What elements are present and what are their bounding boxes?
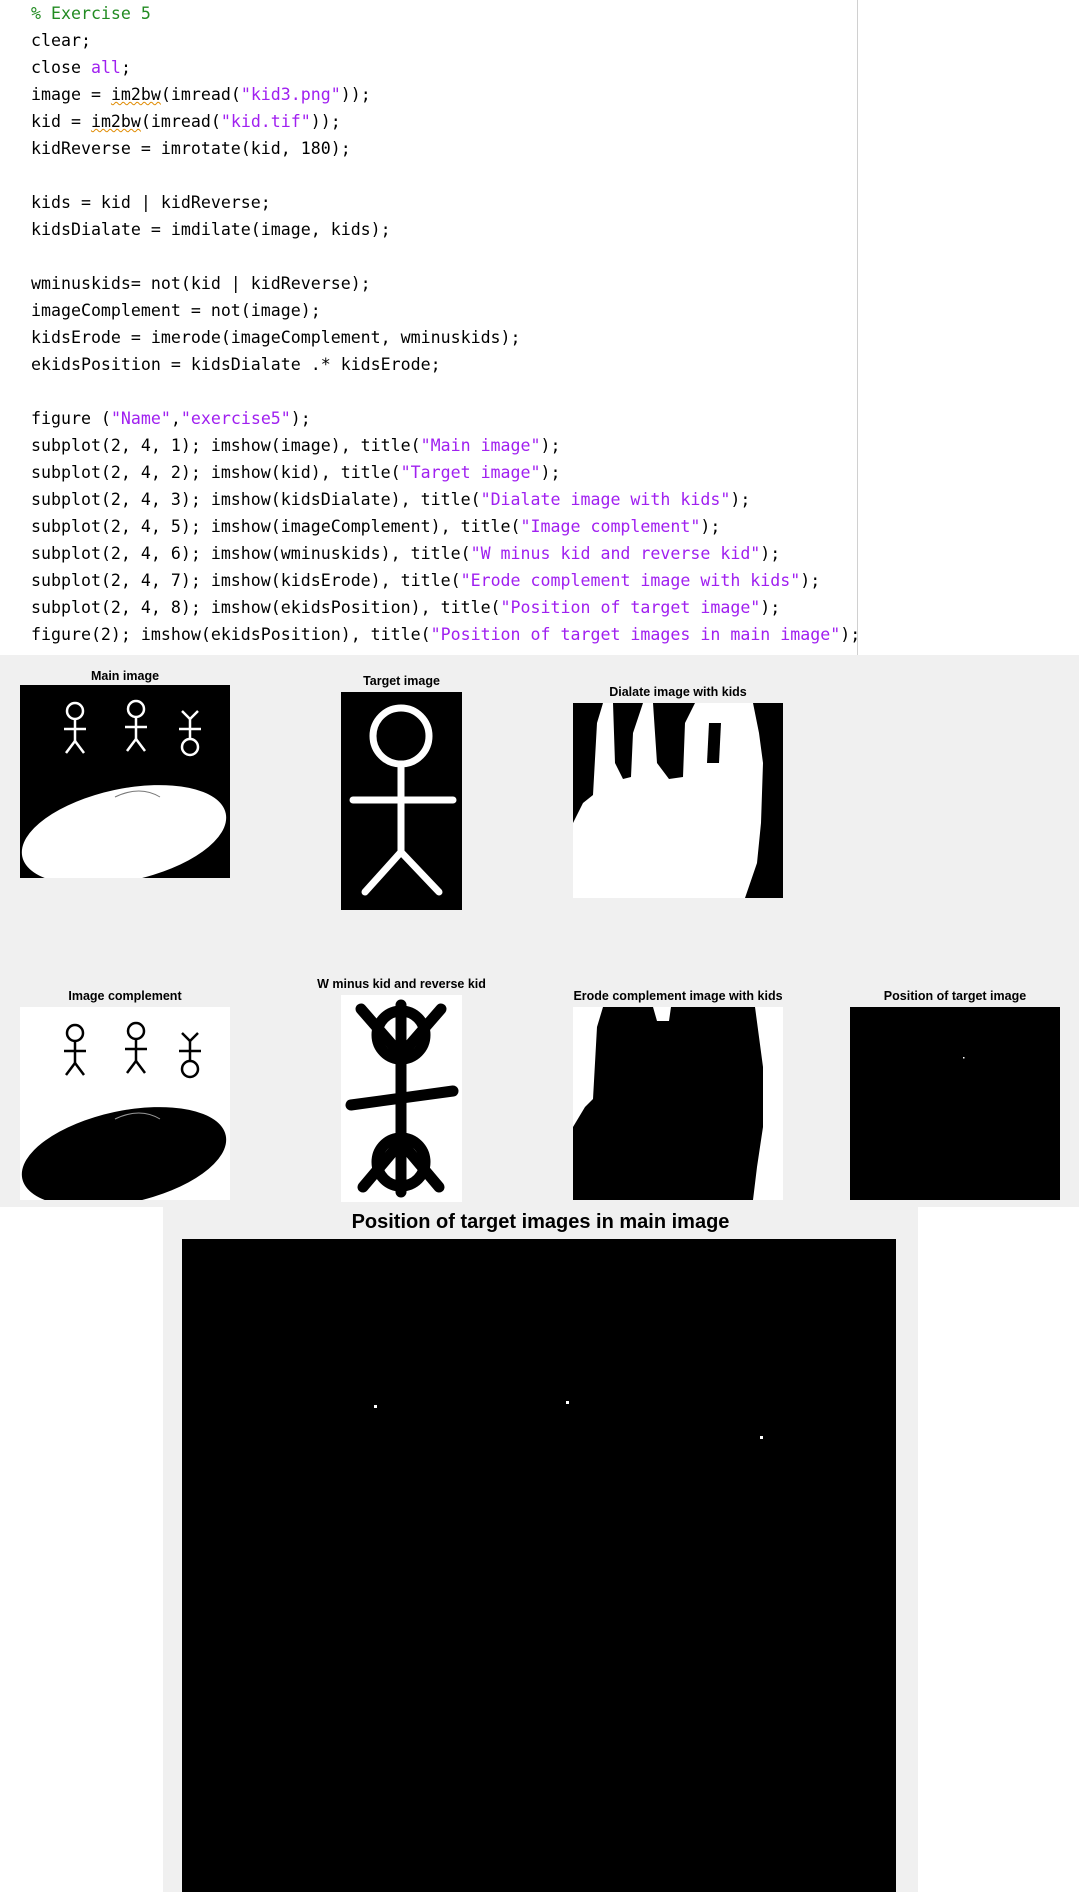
code-token: ekidsPosition = kidsDialate .* kidsErode…: [31, 355, 441, 374]
code-line[interactable]: subplot(2, 4, 1); imshow(image), title("…: [31, 432, 561, 459]
subplot-title: Erode complement image with kids: [573, 989, 783, 1003]
right-margin-line: [857, 0, 858, 655]
subplot-title: Position of target image: [883, 989, 1027, 1003]
code-editor[interactable]: % Exercise 5 clear; close all; image = im2b…: [0, 0, 1079, 655]
w-minus-kid-display: [341, 995, 462, 1202]
code-line[interactable]: % Exercise 5: [31, 0, 151, 27]
code-token: kids = kid | kidReverse;: [31, 193, 271, 212]
main-image-display: [20, 685, 230, 878]
target-position-dot: [374, 1405, 377, 1408]
code-line[interactable]: imageComplement = not(image);: [31, 297, 321, 324]
code-token: );: [760, 598, 781, 617]
code-line[interactable]: subplot(2, 4, 8); imshow(ekidsPosition),…: [31, 594, 780, 621]
code-token: figure (: [31, 409, 111, 428]
code-token: % Exercise 5: [31, 4, 151, 23]
code-line[interactable]: kidReverse = imrotate(kid, 180);: [31, 135, 351, 162]
code-token: kidReverse = imrotate(kid, 180);: [31, 139, 351, 158]
code-line[interactable]: close all;: [31, 54, 131, 81]
target-position-dot: [760, 1436, 763, 1439]
image-complement-display: [20, 1007, 230, 1200]
code-line[interactable]: image = im2bw(imread("kid3.png"));: [31, 81, 371, 108]
code-line[interactable]: subplot(2, 4, 6); imshow(wminuskids), ti…: [31, 540, 780, 567]
code-token: );: [800, 571, 821, 590]
code-line[interactable]: wminuskids= not(kid | kidReverse);: [31, 270, 371, 297]
code-line[interactable]: figure ("Name","exercise5");: [31, 405, 311, 432]
code-token: );: [700, 517, 721, 536]
code-line[interactable]: ekidsPosition = kidsDialate .* kidsErode…: [31, 351, 441, 378]
figure2-title: Position of target images in main image: [351, 1211, 730, 1233]
subplot-title: Image complement: [68, 989, 182, 1003]
code-token: );: [760, 544, 781, 563]
code-token: (imread(: [160, 85, 241, 104]
code-token: ));: [340, 85, 371, 104]
code-line[interactable]: subplot(2, 4, 3); imshow(kidsDialate), t…: [31, 486, 750, 513]
code-token: "Image complement": [520, 517, 701, 536]
code-token: wminuskids= not(kid | kidReverse);: [31, 274, 371, 293]
code-token: im2bw: [90, 112, 141, 131]
code-token: );: [730, 490, 751, 509]
position-target-display: [850, 1007, 1060, 1200]
code-token: all: [90, 58, 121, 77]
code-line[interactable]: kids = kid | kidReverse;: [31, 189, 271, 216]
code-token: "Name": [110, 409, 171, 428]
code-token: "W minus kid and reverse kid": [470, 544, 761, 563]
code-line[interactable]: kid = im2bw(imread("kid.tif"));: [31, 108, 341, 135]
code-token: );: [840, 625, 861, 644]
code-token: ));: [310, 112, 341, 131]
code-token: clear;: [31, 31, 91, 50]
code-token: "kid.tif": [220, 112, 311, 131]
code-line[interactable]: subplot(2, 4, 2); imshow(kid), title("Ta…: [31, 459, 561, 486]
figure2-image-display: [182, 1239, 896, 1892]
dialate-image-display: [573, 703, 783, 898]
code-token: );: [290, 409, 311, 428]
code-token: subplot(2, 4, 6); imshow(wminuskids), ti…: [31, 544, 471, 563]
code-token: imageComplement = not(image);: [31, 301, 321, 320]
target-image-display: [341, 692, 462, 910]
code-line[interactable]: kidsDialate = imdilate(image, kids);: [31, 216, 391, 243]
code-token: subplot(2, 4, 3); imshow(kidsDialate), t…: [31, 490, 481, 509]
code-token: subplot(2, 4, 2); imshow(kid), title(: [31, 463, 401, 482]
code-token: subplot(2, 4, 8); imshow(ekidsPosition),…: [31, 598, 501, 617]
code-token: subplot(2, 4, 5); imshow(imageComplement…: [31, 517, 521, 536]
code-token: image =: [31, 85, 111, 104]
subplot-title: Dialate image with kids: [609, 685, 747, 699]
code-token: );: [540, 463, 561, 482]
code-token: "Position of target images in main image…: [430, 625, 841, 644]
erode-complement-display: [573, 1007, 783, 1200]
code-line[interactable]: subplot(2, 4, 5); imshow(imageComplement…: [31, 513, 720, 540]
figure-2: Position of target images in main image: [163, 1207, 918, 1892]
code-token: subplot(2, 4, 7); imshow(kidsErode), tit…: [31, 571, 461, 590]
code-token: kidsErode = imerode(imageComplement, wmi…: [31, 328, 521, 347]
code-line[interactable]: figure(2); imshow(ekidsPosition), title(…: [31, 621, 860, 648]
figure-exercise5: Main image Target image Dialate image wi…: [0, 655, 1079, 1207]
code-token: kid =: [31, 112, 91, 131]
code-token: "kid3.png": [240, 85, 341, 104]
code-token: "Position of target image": [500, 598, 761, 617]
target-position-dot: [566, 1401, 569, 1404]
code-token: figure(2); imshow(ekidsPosition), title(: [31, 625, 431, 644]
code-token: ,: [170, 409, 181, 428]
code-token: im2bw: [110, 85, 161, 104]
code-line[interactable]: subplot(2, 4, 7); imshow(kidsErode), tit…: [31, 567, 820, 594]
code-token: kidsDialate = imdilate(image, kids);: [31, 220, 391, 239]
code-token: "Erode complement image with kids": [460, 571, 801, 590]
code-token: "Main image": [420, 436, 541, 455]
subplot-title: W minus kid and reverse kid: [317, 977, 486, 991]
code-token: subplot(2, 4, 1); imshow(image), title(: [31, 436, 421, 455]
subplot-title: Target image: [363, 674, 440, 688]
code-token: "Dialate image with kids": [480, 490, 731, 509]
code-token: );: [540, 436, 561, 455]
code-token: (imread(: [140, 112, 221, 131]
code-line[interactable]: clear;: [31, 27, 91, 54]
code-token: "exercise5": [180, 409, 291, 428]
code-token: "Target image": [400, 463, 541, 482]
subplot-title: Main image: [90, 669, 160, 683]
code-line[interactable]: kidsErode = imerode(imageComplement, wmi…: [31, 324, 521, 351]
code-token: ;: [120, 58, 131, 77]
code-token: close: [31, 58, 91, 77]
